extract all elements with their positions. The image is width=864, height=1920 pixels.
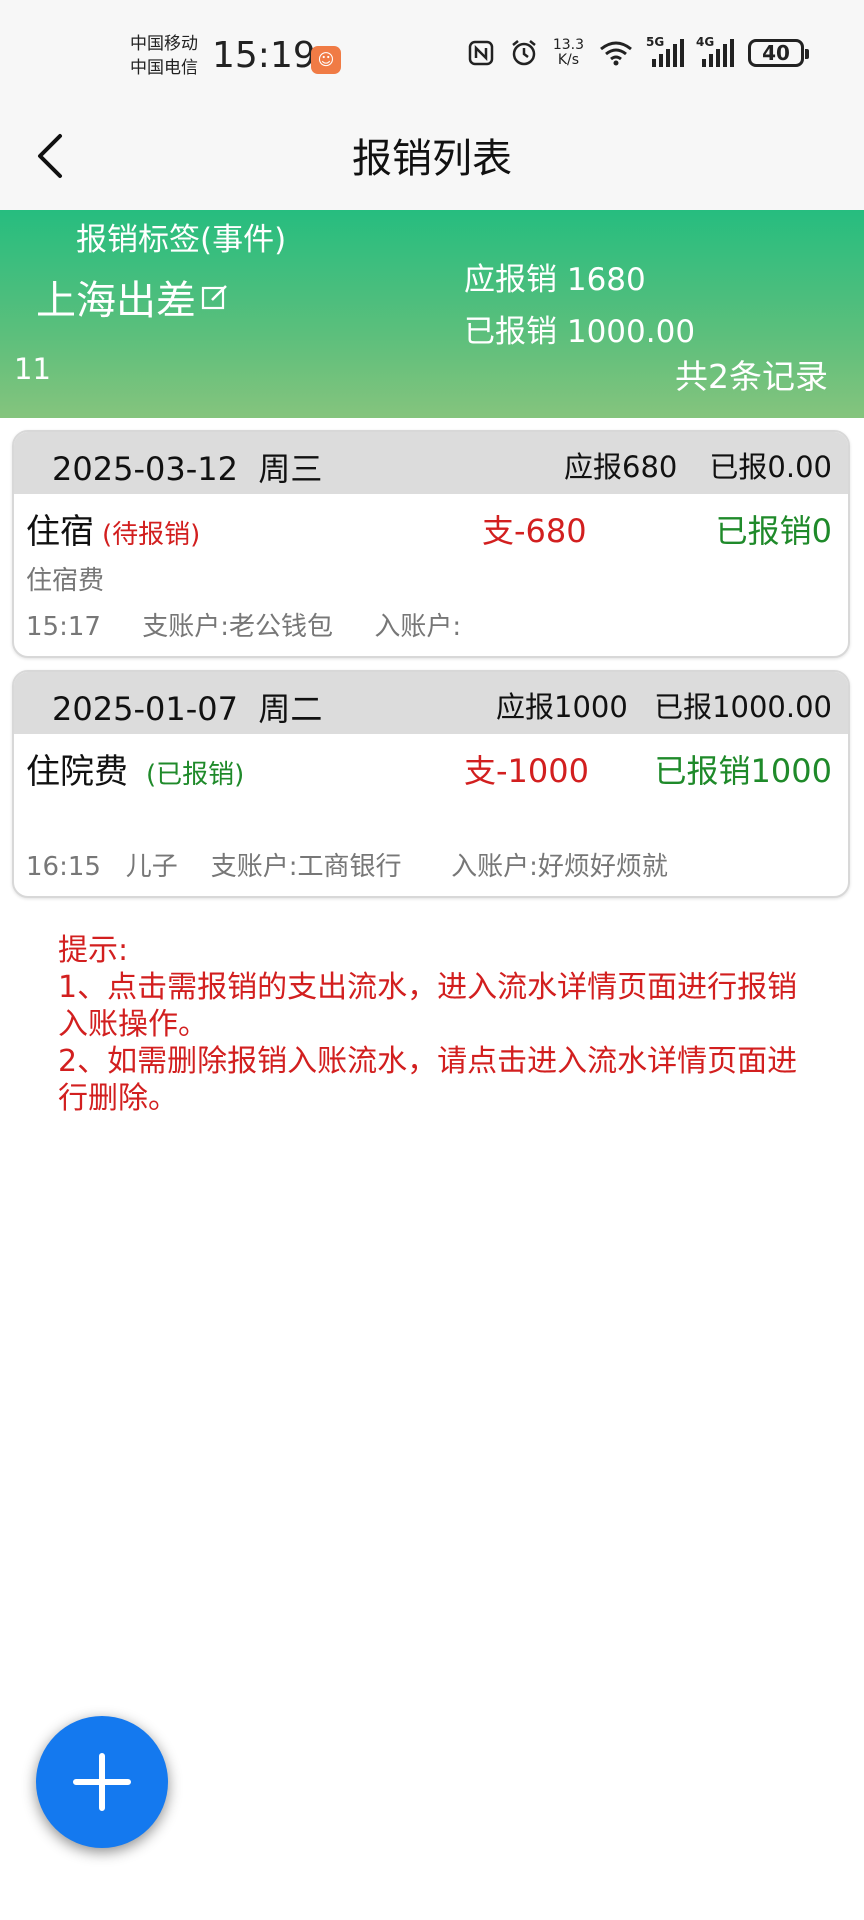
tips-title: 提示: [58,933,129,968]
record-amount: 支-680 [482,512,587,550]
record-category-line: 住院费 (已报销) [26,744,244,793]
record-meta: 16:15 儿子 支账户:工商银行 入账户:好烦好烦就 [26,852,668,882]
record-weekday: 周二 [258,690,323,728]
record-paid: 已报0.00 [709,450,832,484]
record-amount: 支-1000 [464,752,589,790]
paid-label: 已报销 [464,314,557,350]
record-card[interactable]: 2025-01-07 周二 应报1000 已报1000.00 住院费 (已报销) … [12,670,850,898]
net-speed-unit: K/s [557,52,580,68]
tag-name-button[interactable]: 上海出差 [36,268,230,326]
due-label: 应报销 [464,262,557,298]
record-category: 住院费 [26,752,128,792]
status-icons: 13.3 K/s 5G 4G 40 [467,35,809,68]
summary-panel: 报销标签(事件) 上海出差 应报销 1680 已报销 1000.00 11 共2… [0,210,864,418]
record-body: 住宿 (待报销) 支-680 已报销0 住宿费 15:17 支账户:老公钱包 入账… [14,494,848,656]
carrier-1: 中国移动 [130,34,198,54]
record-due: 应报680 [564,450,678,484]
paid-value: 1000.00 [566,314,696,350]
record-due: 应报1000 [496,690,628,724]
record-header: 2025-01-07 周二 应报1000 已报1000.00 [14,672,848,734]
record-category: 住宿 [26,512,94,552]
record-status: (待报销) [102,520,201,550]
battery-icon: 40 [748,39,809,67]
record-card[interactable]: 2025-03-12 周三 应报680 已报0.00 住宿 (待报销) 支-680… [12,430,850,658]
record-paid: 已报1000.00 [654,690,832,724]
status-time: 15:19 [212,35,316,76]
due-value: 1680 [566,262,646,298]
tag-name: 上海出差 [36,278,196,324]
net-speed-value: 13.3 [552,37,584,53]
plus-icon [73,1753,131,1811]
record-reimbursed: 已报销1000 [654,752,832,790]
record-header: 2025-03-12 周三 应报680 已报0.00 [14,432,848,494]
edit-icon [201,285,227,310]
record-weekday: 周三 [258,450,323,488]
record-meta: 15:17 支账户:老公钱包 入账户: [26,612,462,642]
record-date-value: 2025-01-07 [52,690,238,728]
left-count: 11 [14,352,51,386]
record-status: (已报销) [146,760,245,790]
record-reimbursed: 已报销0 [715,512,832,550]
tips-line-1: 1、点击需报销的支出流水，进入流水详情页面进行报销入账操作。 [58,970,798,1042]
net-speed: 13.3 K/s [553,38,584,68]
app-notification-icon: ☺ [311,46,341,74]
wifi-icon [598,39,634,67]
signal-5g-icon: 5G [646,35,684,67]
carrier-info: 中国移动 中国电信 [130,32,198,80]
record-count: 共2条记录 [675,357,828,396]
carrier-2: 中国电信 [130,58,198,78]
record-date: 2025-03-12 周三 [52,444,322,490]
nfc-icon [467,39,495,67]
alarm-icon [509,38,539,68]
add-button[interactable] [36,1716,168,1848]
sim2-type: 4G [696,35,715,49]
tips-line-2: 2、如需删除报销入账流水，请点击进入流水详情页面进行删除。 [58,1044,798,1116]
record-body: 住院费 (已报销) 支-1000 已报销1000 16:15 儿子 支账户:工商银… [14,734,848,896]
record-note: 住宿费 [26,566,105,596]
signal-4g-icon: 4G [696,35,734,67]
page-title: 报销列表 [352,136,512,182]
title-bar: 报销列表 [0,100,864,210]
record-date-value: 2025-03-12 [52,450,238,488]
record-date: 2025-01-07 周二 [52,684,322,730]
tips-box: 提示: 1、点击需报销的支出流水，进入流水详情页面进行报销入账操作。 2、如需删… [58,932,818,1117]
paid-total: 已报销 1000.00 [464,306,695,351]
sim1-type: 5G [646,35,665,49]
record-category-line: 住宿 (待报销) [26,504,200,553]
due-total: 应报销 1680 [464,254,646,299]
status-bar: 中国移动 中国电信 15:19 ☺ 13.3 K/s 5G 4G 40 [0,0,864,100]
tag-label: 报销标签(事件) [76,222,287,258]
